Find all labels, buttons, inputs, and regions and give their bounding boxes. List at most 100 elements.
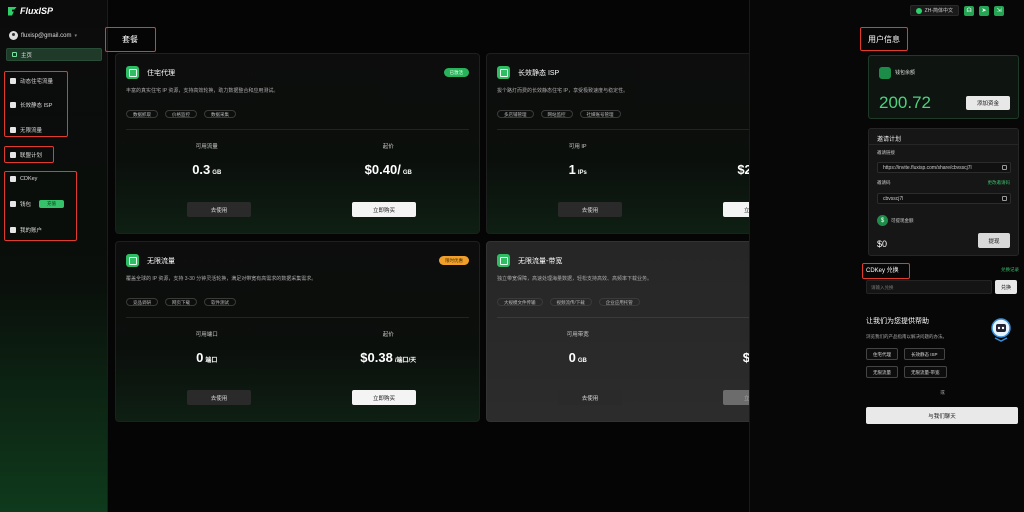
copy-icon[interactable] — [1002, 165, 1007, 170]
sidebar-item-affiliate[interactable]: 联盟计划 — [10, 151, 42, 159]
plan-title: 长效静态 ISP — [518, 70, 560, 77]
sidebar-item-my-account[interactable]: 我的账户 — [10, 226, 42, 234]
buy-button[interactable]: 立即购买 — [352, 390, 416, 405]
metric-value: $0.38/端口/天 — [298, 350, 480, 365]
sidebar-item-label: 动态住宅流量 — [20, 79, 54, 85]
sidebar-item-label: 无限流量 — [20, 128, 43, 134]
cdkey-title: CDKey 兑换 — [866, 268, 899, 274]
sidebar-item-wallet[interactable]: 钱包 充值 — [10, 200, 65, 208]
help-button-residential[interactable]: 住宅代理 — [866, 348, 898, 360]
sidebar-item-static-isp[interactable]: 长效静态 ISP — [10, 101, 52, 109]
wallet-icon — [10, 201, 16, 207]
sidebar-item-label: 联盟计划 — [20, 153, 43, 159]
plan-tag: 竞品调研 — [126, 298, 158, 306]
invite-link-value: https://invite.fluxisp.com/share/cbvsscj… — [883, 165, 972, 171]
invite-title: 邀请计划 — [877, 137, 902, 143]
metric-value: 1 IPs — [487, 162, 669, 177]
withdraw-button[interactable]: 提现 — [978, 233, 1010, 248]
use-button[interactable]: 去使用 — [187, 202, 251, 217]
withdrawable-label: 可提现金额 — [891, 218, 914, 223]
metric-value: 0.3 GB — [116, 162, 298, 177]
residential-icon — [10, 78, 16, 84]
metric-value: 0 GB — [487, 350, 669, 365]
redeem-button[interactable]: 兑换 — [995, 280, 1017, 294]
recharge-badge[interactable]: 充值 — [39, 200, 65, 208]
sidebar-item-label: CDKey — [20, 176, 38, 182]
sidebar-item-cdkey[interactable]: CDKey — [10, 176, 37, 182]
account-email: fluxisp@gmail.com — [21, 32, 72, 39]
account-menu[interactable]: fluxisp@gmail.com ▾ — [9, 31, 77, 40]
dollar-icon: $ — [877, 215, 888, 226]
metric-number: $0.40/ — [364, 162, 401, 177]
app-root: FluxISP fluxisp@gmail.com ▾ 主页 动态住宅流量 长效… — [0, 0, 1024, 512]
change-invite-code-link[interactable]: 更改邀请码 — [988, 180, 1011, 186]
plan-description: 覆盖全球的 IP 资源，支持 3-30 分钟灵活轮换，满足对带宽有高需求的数据采… — [126, 276, 317, 282]
sidebar-item-home[interactable]: 主页 — [6, 48, 102, 61]
sidebar: FluxISP fluxisp@gmail.com ▾ 主页 动态住宅流量 长效… — [0, 0, 108, 512]
cdkey-history-link[interactable]: 兑换记录 — [1001, 267, 1019, 273]
plan-tag: 大规模文件传输 — [497, 298, 543, 306]
metric-label: 起价 — [382, 144, 394, 150]
metric-label: 可用带宽 — [566, 332, 589, 338]
wallet-balance-card: 钱包余额 200.72 添加资金 — [868, 55, 1019, 119]
plan-tag: 视频流传/下载 — [549, 298, 592, 306]
sidebar-item-residential[interactable]: 动态住宅流量 — [10, 77, 53, 85]
key-icon — [10, 176, 16, 182]
wallet-icon — [879, 67, 891, 79]
metric-value: 0 端口 — [116, 350, 298, 365]
plan-card-residential: 住宅代理 已激活 丰富的真实住宅 IP 资源，支持高效轮换，助力数据整合和应用测… — [115, 53, 480, 234]
divider — [869, 144, 1018, 145]
metric-number: $0.38 — [360, 350, 393, 365]
chat-with-us-button[interactable]: 与我们聊天 — [866, 407, 1018, 424]
invite-code-field[interactable]: cbvsscj7l — [877, 193, 1011, 204]
use-button[interactable]: 去使用 — [187, 390, 251, 405]
plan-tag: 网页下载 — [165, 298, 197, 306]
help-button-static-isp[interactable]: 长效静态 ISP — [904, 348, 945, 360]
balance-value: 200.72 — [879, 93, 931, 112]
help-description: 浏览我们的产品指南以解决问题的办法。 — [866, 334, 947, 339]
divider — [126, 129, 469, 130]
document-icon — [497, 66, 510, 79]
plan-title: 无限流量 — [147, 258, 175, 265]
invite-link-field[interactable]: https://invite.fluxisp.com/share/cbvsscj… — [877, 162, 1011, 173]
cdkey-input[interactable]: 请输入兑换 — [866, 280, 992, 294]
invite-link-label: 邀请链接 — [877, 150, 895, 155]
help-button-unlimited[interactable]: 无限流量 — [866, 366, 898, 378]
metric-unit: GB — [577, 358, 587, 364]
plan-tags: 数据抓取 价格监控 数据采集 — [126, 110, 236, 118]
copy-icon[interactable] — [1002, 196, 1007, 201]
plans-section-title: 套餐 — [122, 34, 138, 44]
home-icon — [12, 52, 17, 57]
use-button[interactable]: 去使用 — [558, 390, 622, 405]
metric-unit: GB — [212, 170, 222, 176]
withdrawable-value: $0 — [877, 239, 888, 249]
metric-unit: 端口 — [205, 358, 218, 364]
app-logo[interactable]: FluxISP — [8, 6, 53, 16]
add-funds-button[interactable]: 添加资金 — [966, 96, 1010, 110]
metric-number: 0.3 — [192, 162, 211, 177]
buy-button[interactable]: 立即购买 — [352, 202, 416, 217]
user-icon — [10, 227, 16, 233]
help-button-unlimited-bandwidth[interactable]: 无限流量-带宽 — [904, 366, 947, 378]
sidebar-item-label: 钱包 — [20, 202, 32, 208]
divider — [126, 317, 469, 318]
plan-tag: 网站监控 — [540, 110, 573, 118]
metric-unit: /端口/天 — [394, 358, 417, 364]
metric-label: 可用端口 — [195, 332, 218, 338]
plan-description: 丰富的真实住宅 IP 资源，支持高效轮换，助力数据整合和应用测试。 — [126, 88, 279, 94]
metric-price: 起价 $0.38/端口/天 — [298, 330, 480, 365]
use-button[interactable]: 去使用 — [558, 202, 622, 217]
plan-card-unlimited: 无限流量 限时优惠 覆盖全球的 IP 资源，支持 3-30 分钟灵活轮换，满足对… — [115, 241, 480, 422]
chevron-down-icon: ▾ — [74, 32, 77, 39]
plan-title: 住宅代理 — [147, 70, 175, 77]
metric-value: $0.40/GB — [298, 162, 480, 177]
metric-price: 起价 $0.40/GB — [298, 142, 480, 177]
metric-available: 可用 IP 1 IPs — [487, 142, 669, 177]
avatar — [9, 31, 18, 40]
invite-code-label: 邀请码 — [877, 180, 891, 185]
metric-available: 可用带宽 0 GB — [487, 330, 669, 365]
status-badge: 限时优惠 — [439, 256, 469, 265]
sidebar-item-unlimited[interactable]: 无限流量 — [10, 126, 42, 134]
plan-tags: 竞品调研 网页下载 软件测试 — [126, 298, 236, 306]
metric-number: 0 — [568, 350, 576, 365]
